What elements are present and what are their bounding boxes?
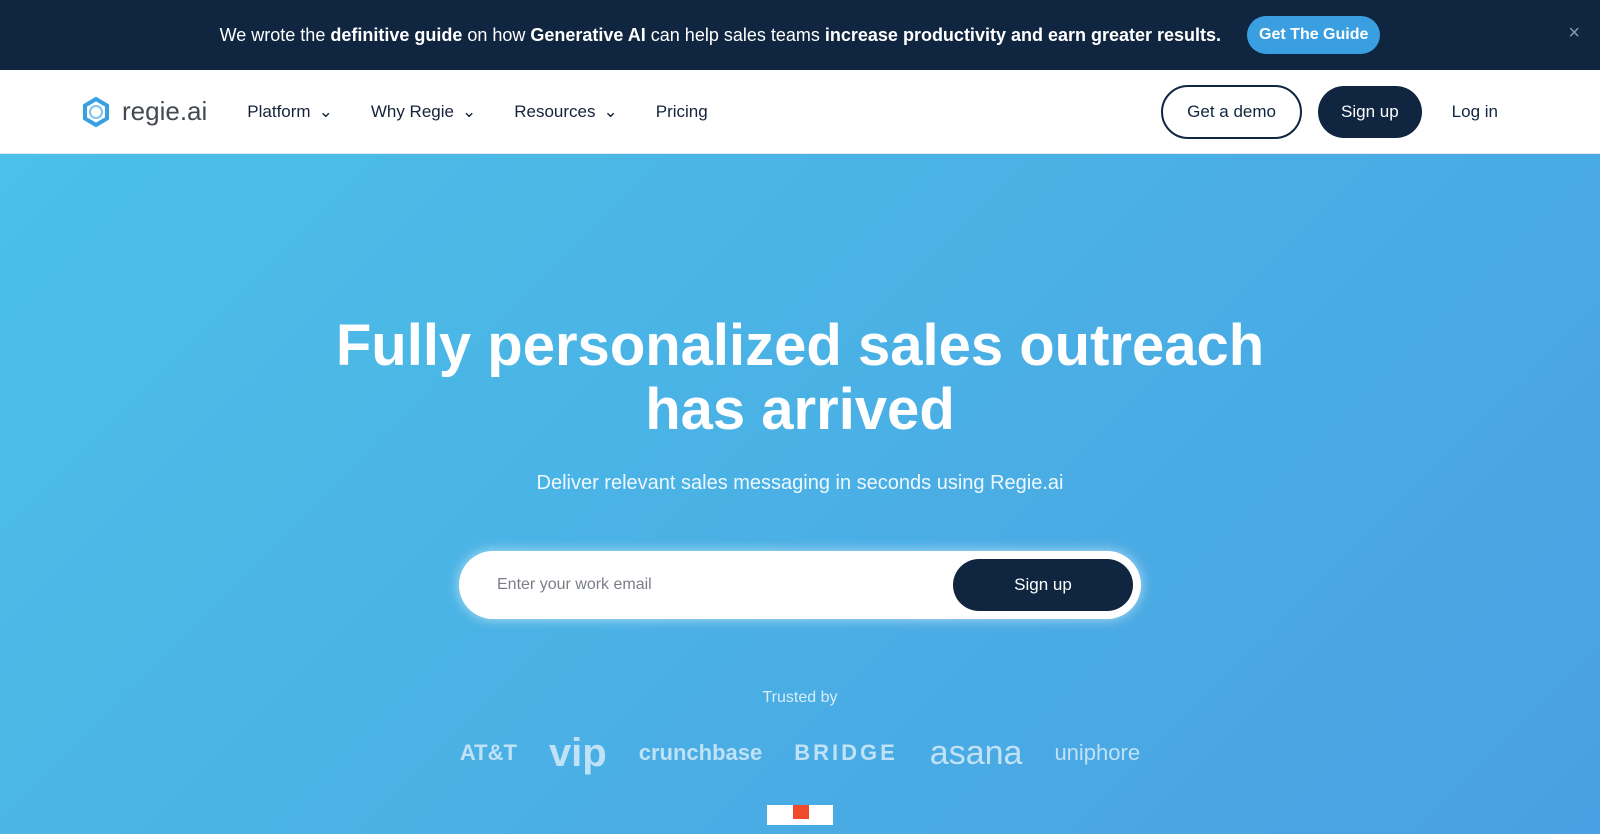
regie-logo-icon [83, 96, 109, 127]
banner-text: We wrote the definitive guide on how Gen… [219, 24, 1222, 45]
nav-platform[interactable]: Platform ⌄ [247, 102, 333, 122]
crunchbase-logo: crunchbase [638, 740, 763, 765]
uniphore-logo: uniphore [1054, 740, 1141, 765]
logo[interactable]: regie.ai [80, 96, 207, 128]
get-demo-button[interactable]: Get a demo [1161, 84, 1302, 139]
bridge-logo: BRIDGE [794, 740, 898, 765]
nav-signup-button[interactable]: Sign up [1318, 85, 1422, 138]
hero-subtitle: Deliver relevant sales messaging in seco… [536, 472, 1064, 494]
nav-resources[interactable]: Resources ⌄ [514, 102, 618, 122]
hero-title: Fully personalized sales outreach has arr… [335, 313, 1265, 442]
signup-form: Sign up [459, 551, 1141, 619]
email-input[interactable] [497, 576, 953, 594]
chevron-down-icon: ⌄ [318, 101, 333, 121]
navbar: regie.ai Platform ⌄ Why Regie ⌄ Resources ⌄… [0, 70, 1600, 154]
hero-signup-button[interactable]: Sign up [953, 559, 1133, 611]
wordpress-vip-logo: vip [548, 730, 607, 775]
att-logo: AT&T [459, 740, 517, 765]
logo-text: regie.ai [122, 96, 208, 126]
login-link[interactable]: Log in [1452, 102, 1498, 122]
g2-badge [767, 805, 833, 825]
asana-logo: asana [929, 733, 1023, 772]
close-icon[interactable]: × [1568, 22, 1580, 45]
hero-section: Fully personalized sales outreach has arr… [0, 154, 1600, 834]
chevron-down-icon: ⌄ [603, 101, 618, 121]
promo-banner: We wrote the definitive guide on how Gen… [0, 0, 1600, 70]
chevron-down-icon: ⌄ [461, 101, 477, 121]
get-guide-button[interactable]: Get The Guide [1247, 16, 1381, 54]
nav-pricing[interactable]: Pricing [656, 102, 708, 122]
nav-why-regie[interactable]: Why Regie ⌄ [371, 102, 476, 122]
customer-logos: AT&T vip crunchbase BRIDGE asana uniphor… [0, 721, 1600, 785]
trusted-by-label: Trusted by [762, 689, 838, 706]
